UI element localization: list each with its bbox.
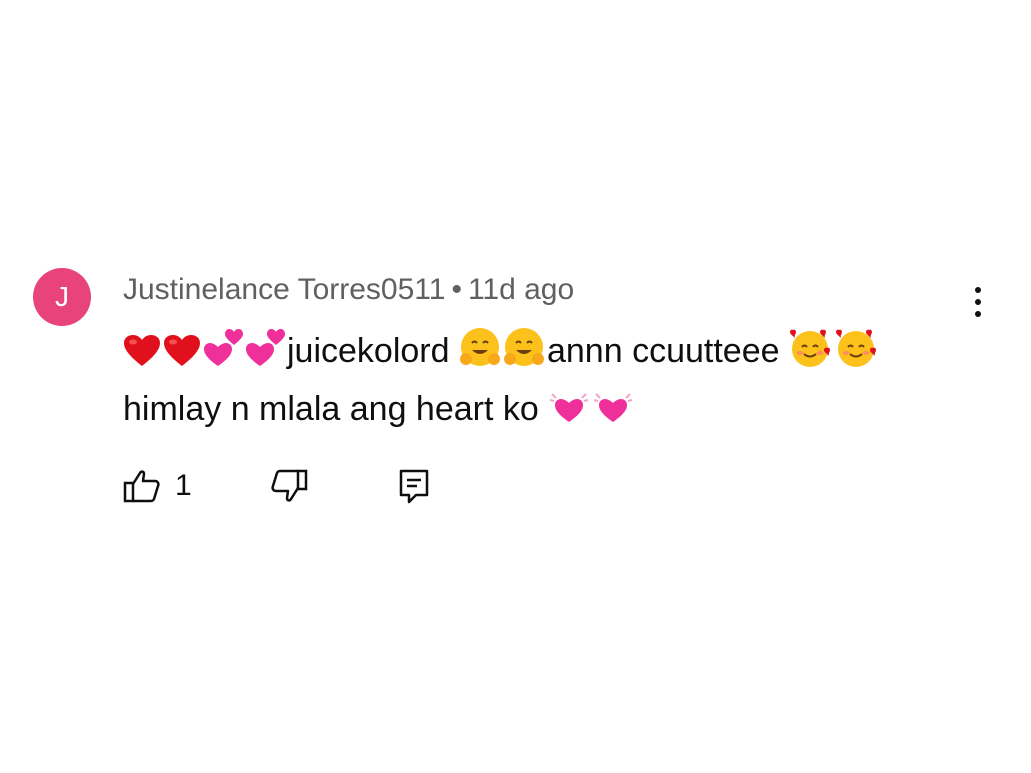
red-heart-icon (164, 335, 200, 366)
reply-comment-icon (399, 469, 428, 504)
more-vertical-icon-dot (975, 311, 981, 317)
author-name[interactable]: Justinelance Torres0511 (123, 273, 445, 306)
comment-text-part-2: annn ccuutteee (546, 332, 789, 370)
two-hearts-icon (204, 329, 243, 366)
timestamp: 11d ago (467, 273, 575, 306)
like-count: 1 (175, 469, 192, 502)
like-button[interactable]: 1 (123, 468, 192, 504)
avatar[interactable]: J (33, 268, 91, 326)
comment-header: Justinelance Torres0511 • 11d ago (123, 272, 574, 308)
red-heart-icon (124, 335, 160, 366)
smiling-face-with-hearts-icon (835, 329, 876, 367)
comment-line-2: himlay n mlala ang heart ko (123, 380, 983, 438)
smiling-face-with-hearts-icon (789, 329, 830, 367)
comment-view: J Justinelance Torres0511 • 11d ago juicek… (0, 0, 1031, 773)
comment-line-1: juicekolord annn ccuutteee (123, 322, 983, 380)
hugging-face-icon (459, 328, 500, 366)
comment-actions: 1 (123, 466, 430, 506)
more-vertical-icon (975, 287, 981, 293)
beating-heart-icon (549, 393, 589, 422)
reply-button[interactable] (398, 468, 430, 504)
dislike-button[interactable] (270, 468, 308, 504)
header-separator: • (451, 273, 462, 306)
two-hearts-icon (246, 329, 285, 366)
comment-text: juicekolord annn ccuutteee himlay n mlal… (123, 322, 983, 438)
hugging-face-icon (503, 328, 544, 366)
comment-text-part-3: himlay n mlala ang heart ko (123, 390, 549, 428)
more-vertical-icon-dot (975, 299, 981, 305)
thumbs-down-icon (271, 469, 307, 502)
more-options-button[interactable] (963, 282, 993, 322)
comment-text-part-1: juicekolord (287, 332, 459, 370)
thumbs-up-icon (123, 470, 160, 503)
beating-heart-icon (593, 393, 633, 422)
